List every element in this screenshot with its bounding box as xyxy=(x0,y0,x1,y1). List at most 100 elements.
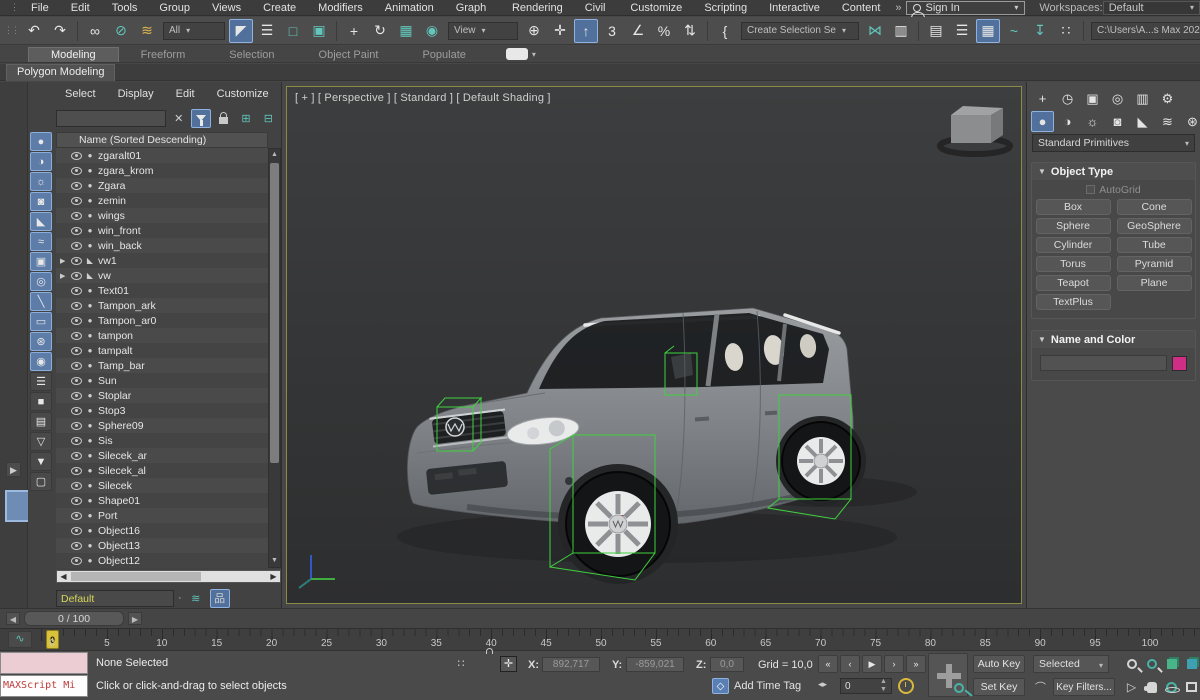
vertical-scrollbar[interactable]: ▲ ▼ xyxy=(268,148,281,568)
explorer-row[interactable]: ▶ ◣ vw xyxy=(56,268,268,283)
key-set-dropdown[interactable]: Selected ▾ xyxy=(1033,655,1109,673)
explorer-menu-edit[interactable]: Edit xyxy=(167,88,204,100)
go-to-end-button[interactable]: » xyxy=(906,655,926,673)
explorer-row[interactable]: ● Port xyxy=(56,508,268,523)
hierarchy-tab-icon[interactable]: ▣ xyxy=(1081,88,1104,109)
menu-group[interactable]: Group xyxy=(148,0,201,16)
zoom-all-icon[interactable] xyxy=(1142,655,1161,673)
menu-overflow[interactable]: » xyxy=(891,2,905,14)
visibility-eye-icon[interactable] xyxy=(71,526,82,535)
display-groups-icon[interactable]: ▣ xyxy=(30,252,52,271)
set-keys-button[interactable] xyxy=(928,653,968,697)
visibility-eye-icon[interactable] xyxy=(71,211,82,220)
object-name-field[interactable] xyxy=(1040,355,1167,371)
display-shapes-icon[interactable]: ◑ xyxy=(30,152,52,171)
maxscript-mini-listener[interactable] xyxy=(0,652,88,674)
horizontal-scrollbar[interactable]: ◀ ▶ xyxy=(56,570,281,583)
visibility-eye-icon[interactable] xyxy=(71,451,82,460)
explorer-row[interactable]: ● tampon xyxy=(56,328,268,343)
visibility-eye-icon[interactable] xyxy=(71,406,82,415)
explorer-row[interactable]: ● zgara_krom xyxy=(56,163,268,178)
autogrid-checkbox[interactable]: AutoGrid xyxy=(1032,184,1195,196)
object-type-geosphere[interactable]: GeoSphere xyxy=(1116,218,1192,234)
explorer-row[interactable]: ● win_back xyxy=(56,238,268,253)
bind-to-spacewarp-icon[interactable]: ≋ xyxy=(135,19,159,43)
display-cameras-icon[interactable]: ◙ xyxy=(30,192,52,211)
explorer-row[interactable]: ▶ ◣ vw1 xyxy=(56,253,268,268)
modify-tab-icon[interactable]: ◷ xyxy=(1056,88,1079,109)
display-materials-icon[interactable]: ⊛ xyxy=(30,332,52,351)
visibility-eye-icon[interactable] xyxy=(71,241,82,250)
previous-frame-button[interactable]: ‹ xyxy=(840,655,860,673)
explorer-row[interactable]: ● Object16 xyxy=(56,523,268,538)
schematic-view-icon[interactable]: ↧ xyxy=(1028,19,1052,43)
explorer-row[interactable]: ● zemin xyxy=(56,193,268,208)
snap-3d-icon[interactable]: 3 xyxy=(600,19,624,43)
object-type-textplus[interactable]: TextPlus xyxy=(1035,294,1111,310)
ribbon-tab-object-paint[interactable]: Object Paint xyxy=(297,48,401,62)
shapes-category-icon[interactable]: ◑ xyxy=(1056,111,1079,132)
keyboard-override-icon[interactable]: ↑ xyxy=(574,18,598,43)
toggle-scene-explorer-icon[interactable]: ▤ xyxy=(924,19,948,43)
visibility-eye-icon[interactable] xyxy=(71,226,82,235)
explorer-row[interactable]: ● Tampon_ar0 xyxy=(56,313,268,328)
time-configuration-icon[interactable] xyxy=(898,678,914,694)
maxscript-listener-label[interactable]: MAXScript Mi xyxy=(0,675,88,697)
hierarchy-view-icon[interactable]: 品 xyxy=(209,588,230,608)
object-type-cylinder[interactable]: Cylinder xyxy=(1035,237,1111,253)
visibility-eye-icon[interactable] xyxy=(71,496,82,505)
select-and-link-icon[interactable]: ∞ xyxy=(83,19,107,43)
explorer-row[interactable]: ● Stop3 xyxy=(56,403,268,418)
explorer-menu-customize[interactable]: Customize xyxy=(208,88,278,100)
angle-snap-icon[interactable]: ∠ xyxy=(626,19,650,43)
zoom-extents-icon[interactable] xyxy=(1162,655,1181,673)
menu-graph-editors[interactable]: Graph Editors xyxy=(445,0,501,30)
visibility-eye-icon[interactable] xyxy=(71,466,82,475)
next-frame-button[interactable]: › xyxy=(884,655,904,673)
clear-search-icon[interactable]: ✕ xyxy=(169,109,188,128)
ribbon-tab-selection[interactable]: Selection xyxy=(207,48,296,62)
explorer-row[interactable]: ● tampalt xyxy=(56,343,268,358)
display-hidden-icon[interactable]: ◉ xyxy=(30,352,52,371)
display-containers-icon[interactable]: ▭ xyxy=(30,312,52,331)
explorer-row[interactable]: ● Sun xyxy=(56,373,268,388)
mirror-icon[interactable]: ⋈ xyxy=(863,19,887,43)
lock-icon[interactable] xyxy=(214,109,233,128)
name-column-header[interactable]: Name (Sorted Descending) xyxy=(56,132,268,148)
container-icon[interactable]: ▢ xyxy=(30,472,52,491)
selection-lock-icon[interactable] xyxy=(476,653,494,669)
menu-tools[interactable]: Tools xyxy=(101,0,149,16)
menu-animation[interactable]: Animation xyxy=(374,0,445,16)
display-geometry-icon[interactable]: ● xyxy=(30,132,52,151)
explorer-menu-select[interactable]: Select xyxy=(56,88,105,100)
percent-snap-icon[interactable]: % xyxy=(652,19,676,43)
systems-category-icon[interactable]: ⊛ xyxy=(1181,111,1200,132)
window-crossing-icon[interactable]: ▣ xyxy=(307,19,331,43)
dropdown-project[interactable]: C:\Users\A...s Max 2020▾ xyxy=(1091,21,1200,40)
zoom-extents-all-icon[interactable] xyxy=(1182,655,1200,673)
absolute-mode-icon[interactable]: ✛ xyxy=(500,656,517,672)
menu-content[interactable]: Content xyxy=(831,0,892,16)
chevron-down-icon[interactable]: ▾ xyxy=(532,50,536,59)
visibility-eye-icon[interactable] xyxy=(71,256,82,265)
menu-create[interactable]: Create xyxy=(252,0,307,16)
visibility-eye-icon[interactable] xyxy=(71,376,82,385)
select-object-icon[interactable]: ◤ xyxy=(229,18,253,43)
explorer-row[interactable]: ● zgaralt01 xyxy=(56,148,268,163)
timeline-ruler[interactable]: ∿ 0 0 5 10 15 20 25 30 35 40 45 50 55 60 65 70 75 80 85 90… xyxy=(0,628,1200,651)
redo-icon[interactable]: ↷ xyxy=(48,19,72,43)
object-type-tube[interactable]: Tube xyxy=(1116,237,1192,253)
align-icon[interactable]: ▥ xyxy=(889,19,913,43)
dropdown-view[interactable]: View ▾ xyxy=(448,21,518,40)
object-color-swatch[interactable] xyxy=(1172,355,1187,371)
visibility-eye-icon[interactable] xyxy=(71,166,82,175)
object-type-cone[interactable]: Cone xyxy=(1116,199,1192,215)
object-type-plane[interactable]: Plane xyxy=(1116,275,1192,291)
object-type-pyramid[interactable]: Pyramid xyxy=(1116,256,1192,272)
visibility-eye-icon[interactable] xyxy=(71,436,82,445)
display-bones-icon[interactable]: ╲ xyxy=(30,292,52,311)
visibility-eye-icon[interactable] xyxy=(71,151,82,160)
explorer-row[interactable]: ● Sphere09 xyxy=(56,418,268,433)
utilities-tab-icon[interactable]: ⚙ xyxy=(1156,88,1179,109)
sign-in-button[interactable]: Sign In ▾ xyxy=(905,0,1026,18)
